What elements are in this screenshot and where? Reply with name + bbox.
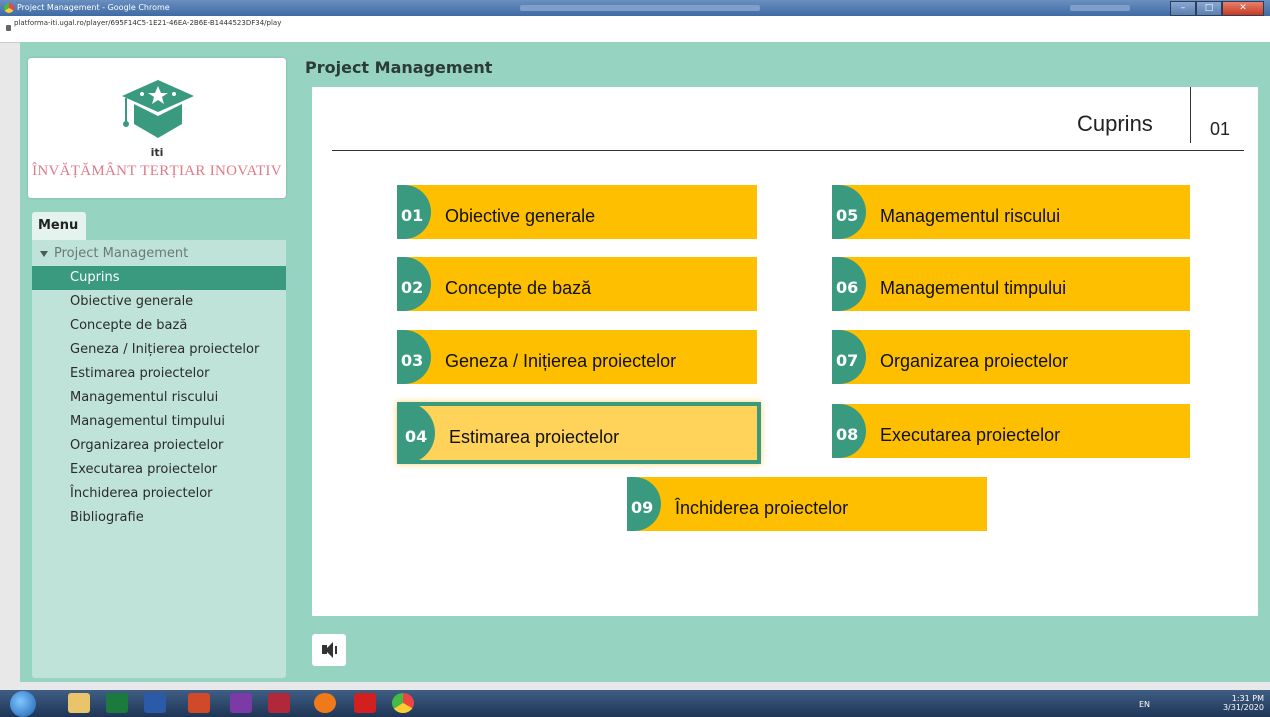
tile-number: 03 xyxy=(397,330,431,384)
graduation-cap-icon xyxy=(122,80,194,138)
sound-wave-icon xyxy=(335,646,337,654)
url-text[interactable]: platforma-iti.ugal.ro/player/695F14C5-1E… xyxy=(14,10,281,36)
tile-obiective[interactable]: 01 Obiective generale xyxy=(397,185,757,239)
access-icon[interactable] xyxy=(268,693,290,713)
menu-item-timpului[interactable]: Managementul timpului xyxy=(32,410,286,434)
menu-panel: Project Management Cuprins Obiective gen… xyxy=(32,240,286,678)
tile-label: Geneza / Inițierea proiectelor xyxy=(445,351,677,371)
clock[interactable]: 1:31 PM 3/31/2020 xyxy=(1223,694,1264,712)
section-number: 01 xyxy=(1210,119,1231,139)
tile-label: Închiderea proiectelor xyxy=(675,498,849,518)
menu-item-geneza[interactable]: Geneza / Inițierea proiectelor xyxy=(32,338,286,362)
tile-number: 02 xyxy=(397,257,431,311)
audio-button[interactable] xyxy=(312,634,346,666)
tile-number: 08 xyxy=(832,404,866,458)
close-button[interactable]: ✕ xyxy=(1222,1,1264,16)
tile-riscului[interactable]: 05 Managementul riscului xyxy=(832,185,1190,239)
tile-organizarea[interactable]: 07 Organizarea proiectelor xyxy=(832,330,1190,384)
tile-label: Managementul timpului xyxy=(880,278,1067,298)
tile-number: 01 xyxy=(397,185,431,239)
title-blur-right xyxy=(1070,5,1130,11)
tile-label: Estimarea proiectelor xyxy=(449,427,620,447)
tile-inchiderea[interactable]: 09 Închiderea proiectelor xyxy=(627,477,987,531)
page-title: Project Management xyxy=(305,58,493,77)
firefox-icon[interactable] xyxy=(314,693,336,713)
tile-label: Concepte de bază xyxy=(445,278,592,298)
chrome-taskbar-icon[interactable] xyxy=(392,693,414,713)
logo-card: iti ÎNVĂȚĂMÂNT TERȚIAR INOVATIV xyxy=(28,58,286,198)
speaker-cone-icon xyxy=(325,642,333,658)
address-bar[interactable]: platforma-iti.ugal.ro/player/695F14C5-1E… xyxy=(0,16,1270,43)
title-blur xyxy=(520,5,760,11)
menu-item-estimarea[interactable]: Estimarea proiectelor xyxy=(32,362,286,386)
menu-item-riscului[interactable]: Managementul riscului xyxy=(32,386,286,410)
tile-number: 09 xyxy=(627,477,661,531)
logo-text: ÎNVĂȚĂMÂNT TERȚIAR INOVATIV xyxy=(32,163,282,179)
language-indicator[interactable]: EN xyxy=(1139,700,1150,709)
maximize-button[interactable]: □ xyxy=(1196,1,1222,16)
tile-concepte[interactable]: 02 Concepte de bază xyxy=(397,257,757,311)
taskbar: EN 1:31 PM 3/31/2020 xyxy=(0,690,1270,717)
vertical-divider xyxy=(1190,87,1191,143)
tile-executarea[interactable]: 08 Executarea proiectelor xyxy=(832,404,1190,458)
menu-item-cuprins[interactable]: Cuprins xyxy=(32,266,286,290)
word-icon[interactable] xyxy=(144,693,166,713)
menu-item-organizarea[interactable]: Organizarea proiectelor xyxy=(32,434,286,458)
horizontal-divider xyxy=(332,150,1244,151)
excel-icon[interactable] xyxy=(106,693,128,713)
menu-root[interactable]: Project Management xyxy=(32,244,286,264)
windows-start-icon[interactable] xyxy=(10,691,36,717)
clock-time: 1:31 PM xyxy=(1231,694,1264,703)
tile-label: Obiective generale xyxy=(445,206,596,226)
section-title: Cuprins xyxy=(1077,111,1153,136)
tile-label: Organizarea proiectelor xyxy=(880,351,1069,371)
explorer-icon[interactable] xyxy=(68,693,90,713)
tile-number: 06 xyxy=(832,257,866,311)
menu-item-inchiderea[interactable]: Închiderea proiectelor xyxy=(32,482,286,506)
lock-icon xyxy=(6,25,11,31)
tile-geneza[interactable]: 03 Geneza / Inițierea proiectelor xyxy=(397,330,757,384)
logo-abbrev: iti xyxy=(150,146,164,159)
powerpoint-icon[interactable] xyxy=(188,693,210,713)
tile-label: Managementul riscului xyxy=(880,206,1061,226)
tile-timpului[interactable]: 06 Managementul timpului xyxy=(832,257,1190,311)
menu-root-label: Project Management xyxy=(54,246,189,261)
left-panel: iti ÎNVĂȚĂMÂNT TERȚIAR INOVATIV Menu Pro… xyxy=(28,58,288,678)
menu-item-concepte[interactable]: Concepte de bază xyxy=(32,314,286,338)
onenote-icon[interactable] xyxy=(230,693,252,713)
menu-tab[interactable]: Menu xyxy=(32,212,86,240)
menu-item-executarea[interactable]: Executarea proiectelor xyxy=(32,458,286,482)
menu-item-bibliografie[interactable]: Bibliografie xyxy=(32,506,286,530)
clock-date: 3/31/2020 xyxy=(1222,703,1264,712)
menu-list: Cuprins Obiective generale Concepte de b… xyxy=(32,266,286,530)
tile-estimarea[interactable]: 04 Estimarea proiectelor xyxy=(397,402,761,464)
menu-item-obiective[interactable]: Obiective generale xyxy=(32,290,286,314)
chrome-icon xyxy=(4,3,14,13)
tile-number: 04 xyxy=(405,427,428,446)
caret-down-icon[interactable] xyxy=(40,250,48,257)
tile-number: 07 xyxy=(832,330,866,384)
acrobat-icon[interactable] xyxy=(354,693,376,713)
tile-label: Executarea proiectelor xyxy=(880,425,1061,445)
tile-number: 05 xyxy=(832,185,866,239)
minimize-button[interactable]: – xyxy=(1170,1,1196,16)
content-panel: Cuprins 01 01 Obiective generale 02 Conc… xyxy=(312,87,1258,616)
